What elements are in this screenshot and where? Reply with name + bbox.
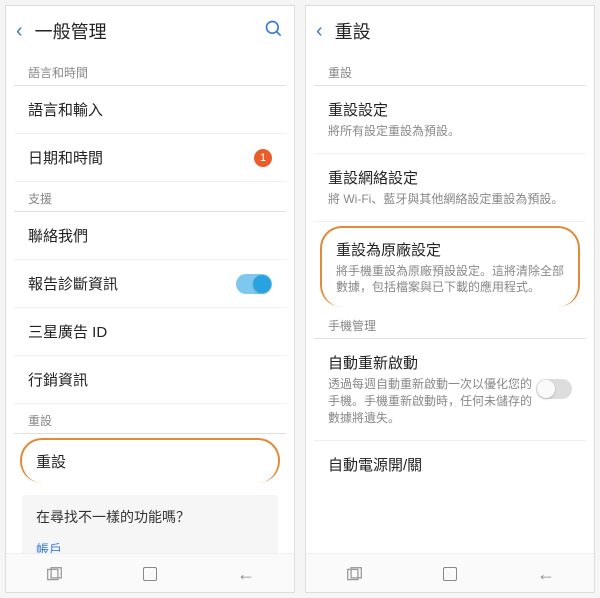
section-reset: 重設 <box>314 58 586 86</box>
item-contact-us[interactable]: 聯絡我們 <box>14 212 286 260</box>
section-support: 支援 <box>14 184 286 212</box>
toggle-diagnostics[interactable] <box>236 274 272 294</box>
item-reset[interactable]: 重設 <box>20 438 280 483</box>
item-label: 重設設定 <box>328 99 572 120</box>
page-title: 一般管理 <box>35 18 252 44</box>
section-reset: 重設 <box>14 406 286 434</box>
item-label: 重設為原廠設定 <box>336 239 564 260</box>
item-label: 重設網絡設定 <box>328 167 572 188</box>
item-date-time[interactable]: 日期和時間 1 <box>14 134 286 182</box>
header: ‹ 一般管理 <box>6 6 294 56</box>
item-label: 三星廣告 ID <box>28 321 107 342</box>
section-phone-mgmt: 手機管理 <box>314 311 586 339</box>
item-label: 聯絡我們 <box>28 225 88 246</box>
item-desc: 將 Wi-Fi、藍牙與其他網絡設定重設為預設。 <box>328 191 572 208</box>
item-reset-network[interactable]: 重設網絡設定 將 Wi-Fi、藍牙與其他網絡設定重設為預設。 <box>314 154 586 222</box>
item-auto-restart[interactable]: 自動重新啟動 透過每週自動重新啟動一次以優化您的手機。手機重新啟動時，任何未儲存… <box>314 339 586 440</box>
item-label: 行銷資訊 <box>28 369 88 390</box>
item-report-diagnostics[interactable]: 報告診斷資訊 <box>14 260 286 308</box>
back-icon[interactable]: ‹ <box>316 20 323 43</box>
nav-back-icon[interactable]: ← <box>226 564 266 584</box>
nav-recents-icon[interactable] <box>334 564 374 584</box>
item-text: 重設為原廠設定 將手機重設為原廠預設設定。這將清除全部數據，包括檔案與已下載的應… <box>336 239 564 297</box>
item-label: 自動重新啟動 <box>328 352 536 373</box>
item-samsung-ad-id[interactable]: 三星廣告 ID <box>14 308 286 356</box>
item-desc: 將手機重設為原廠預設設定。這將清除全部數據，包括檔案與已下載的應用程式。 <box>336 263 564 297</box>
item-text: 自動重新啟動 透過每週自動重新啟動一次以優化您的手機。手機重新啟動時，任何未儲存… <box>328 352 536 426</box>
nav-bar: ← <box>6 553 294 592</box>
item-desc: 將所有設定重設為預設。 <box>328 123 572 140</box>
nav-home-icon[interactable] <box>130 564 170 584</box>
item-language-input[interactable]: 語言和輸入 <box>14 86 286 134</box>
item-desc: 透過每週自動重新啟動一次以優化您的手機。手機重新啟動時，任何未儲存的數據將遺失。 <box>328 376 536 426</box>
item-label: 報告診斷資訊 <box>28 273 118 294</box>
header: ‹ 重設 <box>306 6 594 56</box>
suggestion-card: 在尋找不一樣的功能嗎？ 帳戶 備份與還原 <box>22 495 278 553</box>
toggle-auto-restart[interactable] <box>536 379 572 399</box>
back-icon[interactable]: ‹ <box>16 20 23 43</box>
page-title: 重設 <box>335 18 584 44</box>
item-marketing-info[interactable]: 行銷資訊 <box>14 356 286 404</box>
screen-reset: ‹ 重設 重設 重設設定 將所有設定重設為預設。 重設網絡設定 將 Wi-Fi、… <box>305 5 595 593</box>
content-scroll[interactable]: 重設 重設設定 將所有設定重設為預設。 重設網絡設定 將 Wi-Fi、藍牙與其他… <box>306 56 594 553</box>
notification-badge: 1 <box>254 149 272 167</box>
screen-general-management: ‹ 一般管理 語言和時間 語言和輸入 日期和時間 1 支援 聯絡我們 報告診斷資… <box>5 5 295 593</box>
search-icon[interactable] <box>264 19 284 44</box>
item-text: 重設設定 將所有設定重設為預設。 <box>328 99 572 140</box>
item-label: 語言和輸入 <box>28 99 103 120</box>
item-label: 重設 <box>36 451 66 472</box>
item-auto-power[interactable]: 自動電源開/關 <box>314 441 586 488</box>
item-text: 重設網絡設定 將 Wi-Fi、藍牙與其他網絡設定重設為預設。 <box>328 167 572 208</box>
item-label: 日期和時間 <box>28 147 103 168</box>
item-reset-settings[interactable]: 重設設定 將所有設定重設為預設。 <box>314 86 586 154</box>
content-scroll[interactable]: 語言和時間 語言和輸入 日期和時間 1 支援 聯絡我們 報告診斷資訊 三星廣告 … <box>6 56 294 553</box>
nav-bar: ← <box>306 553 594 592</box>
nav-back-icon[interactable]: ← <box>526 564 566 584</box>
card-title: 在尋找不一樣的功能嗎？ <box>36 507 264 527</box>
nav-recents-icon[interactable] <box>34 564 74 584</box>
link-account[interactable]: 帳戶 <box>36 535 264 553</box>
nav-home-icon[interactable] <box>430 564 470 584</box>
section-lang-time: 語言和時間 <box>14 58 286 86</box>
item-label: 自動電源開/關 <box>328 454 422 475</box>
item-factory-reset[interactable]: 重設為原廠設定 將手機重設為原廠預設設定。這將清除全部數據，包括檔案與已下載的應… <box>320 226 580 308</box>
